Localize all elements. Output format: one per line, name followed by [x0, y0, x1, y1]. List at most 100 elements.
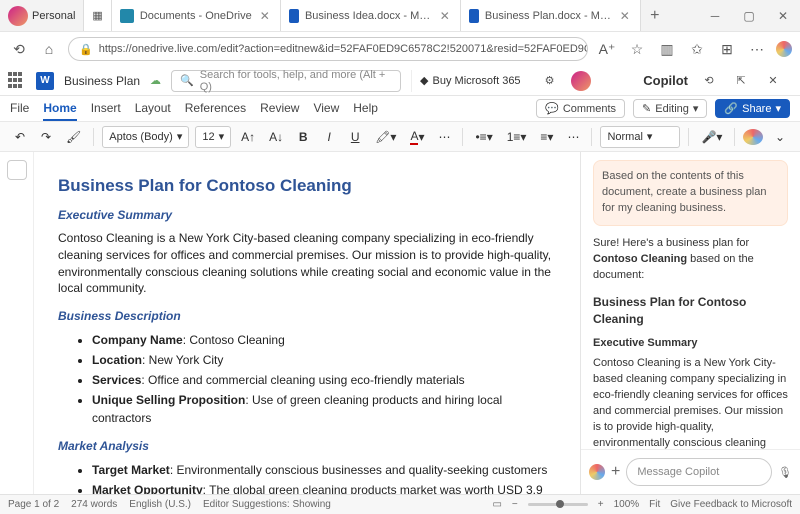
doc-h2: Business Description	[58, 309, 556, 323]
status-bar: Page 1 of 2 274 words English (U.S.) Edi…	[0, 494, 800, 514]
search-input[interactable]: 🔍 Search for tools, help, and more (Alt …	[171, 70, 401, 92]
copilot-user-prompt: Based on the contents of this document, …	[593, 160, 788, 226]
url-field[interactable]: 🔒 https://onedrive.live.com/edit?action=…	[68, 37, 588, 61]
underline-button[interactable]: U	[345, 126, 365, 148]
format-painter-button[interactable]: 🖌	[62, 126, 85, 148]
undo-button[interactable]: ↶	[10, 126, 30, 148]
more-para-button[interactable]: ⋯	[563, 126, 583, 148]
italic-button[interactable]: I	[319, 126, 339, 148]
editing-mode-button[interactable]: ✎ Editing ▾	[633, 99, 707, 118]
search-icon: 🔍	[180, 74, 194, 87]
ribbon-tab-view[interactable]: View	[313, 97, 339, 121]
search-placeholder: Search for tools, help, and more (Alt + …	[200, 69, 392, 93]
bold-button[interactable]: B	[293, 126, 313, 148]
zoom-slider[interactable]	[528, 503, 588, 506]
home-icon[interactable]: ⌂	[38, 38, 60, 60]
navigation-pane-icon[interactable]	[7, 160, 27, 180]
shrink-font-button[interactable]: A↓	[265, 126, 287, 148]
saved-icon: ☁	[150, 74, 161, 87]
ribbon-tab-help[interactable]: Help	[353, 97, 378, 121]
profile-label: Personal	[32, 10, 75, 22]
copilot-input[interactable]: Message Copilot	[626, 458, 772, 486]
ribbon-tab-references[interactable]: References	[185, 97, 246, 121]
style-select[interactable]: Normal ▾	[600, 126, 680, 148]
read-aloud-icon[interactable]: A⁺	[596, 38, 618, 60]
copilot-ribbon-button[interactable]	[743, 129, 763, 145]
zoom-in-button[interactable]: +	[598, 499, 604, 510]
new-tab-button[interactable]: +	[641, 0, 669, 31]
page-indicator[interactable]: Page 1 of 2	[8, 499, 59, 510]
ribbon-tab-insert[interactable]: Insert	[91, 97, 121, 121]
fit-button[interactable]: Fit	[649, 499, 660, 510]
ribbon-tab-home[interactable]: Home	[43, 97, 76, 121]
doc-list-item: Unique Selling Proposition: Use of green…	[92, 391, 556, 427]
copilot-browser-icon[interactable]	[776, 41, 792, 57]
work-area: Business Plan for Contoso CleaningExecut…	[0, 152, 800, 494]
doc-list: Target Market: Environmentally conscious…	[92, 461, 556, 494]
buy-m365-button[interactable]: ◆ Buy Microsoft 365	[411, 70, 529, 92]
more-icon[interactable]: ⋯	[746, 38, 768, 60]
copilot-input-row: + Message Copilot 🎙	[581, 449, 800, 494]
profile-chip[interactable]: Personal	[0, 0, 84, 31]
browser-tab[interactable]: Business Plan.docx - Microsoft W…✕	[461, 0, 641, 31]
document-canvas[interactable]: Business Plan for Contoso CleaningExecut…	[34, 152, 580, 494]
window-controls: ─ ▢ ✕	[698, 0, 800, 31]
font-family-select[interactable]: Aptos (Body) ▾	[102, 126, 189, 148]
doc-list-item: Target Market: Environmentally conscious…	[92, 461, 556, 479]
dictate-button[interactable]: 🎤▾	[697, 126, 726, 148]
copilot-add-button[interactable]: +	[611, 463, 620, 481]
share-button[interactable]: 🔗 Share ▾	[715, 99, 790, 118]
formatting-toolbar: ↶ ↷ 🖌 Aptos (Body) ▾ 12 ▾ A↑ A↓ B I U 🖍▾…	[0, 122, 800, 152]
doc-list-item: Services: Office and commercial cleaning…	[92, 371, 556, 389]
favorite-icon[interactable]: ☆	[626, 38, 648, 60]
font-size-select[interactable]: 12 ▾	[195, 126, 231, 148]
redo-button[interactable]: ↷	[36, 126, 56, 148]
ribbon-collapse-button[interactable]: ⌄	[770, 126, 790, 148]
language-indicator[interactable]: English (U.S.)	[129, 499, 191, 510]
collections-icon[interactable]: ▥	[656, 38, 678, 60]
grow-font-button[interactable]: A↑	[237, 126, 259, 148]
highlight-button[interactable]: 🖍▾	[371, 126, 400, 148]
tab-close-icon[interactable]: ✕	[258, 9, 272, 23]
settings-icon[interactable]: ⚙	[539, 70, 561, 92]
refresh-icon[interactable]: ⟲	[8, 38, 30, 60]
minimize-button[interactable]: ─	[698, 0, 732, 31]
close-button[interactable]: ✕	[766, 0, 800, 31]
zoom-level[interactable]: 100%	[614, 499, 640, 510]
numbering-button[interactable]: 1≡▾	[503, 126, 531, 148]
copilot-close-icon[interactable]: ✕	[762, 70, 784, 92]
ribbon-tab-review[interactable]: Review	[260, 97, 299, 121]
app-header: W Business Plan ☁ 🔍 Search for tools, he…	[0, 66, 800, 96]
maximize-button[interactable]: ▢	[732, 0, 766, 31]
editor-status[interactable]: Editor Suggestions: Showing	[203, 499, 331, 510]
copilot-refresh-icon[interactable]: ⟲	[698, 70, 720, 92]
document-title[interactable]: Business Plan	[64, 74, 140, 88]
ribbon-tab-layout[interactable]: Layout	[135, 97, 171, 121]
ribbon-tab-file[interactable]: File	[10, 97, 29, 121]
view-mode-icon[interactable]: ▭	[492, 499, 501, 510]
copilot-paragraph: Contoso Cleaning is a New York City-base…	[593, 356, 788, 449]
bullets-button[interactable]: •≡▾	[471, 126, 496, 148]
ribbon-tabs: File Home Insert Layout References Review View…	[0, 96, 800, 122]
app-launcher-icon[interactable]	[8, 72, 26, 90]
browser-tab[interactable]: Documents - OneDrive✕	[112, 0, 281, 31]
copilot-spark-icon[interactable]	[589, 464, 605, 480]
copilot-undock-icon[interactable]: ⇱	[730, 70, 752, 92]
tab-close-icon[interactable]: ✕	[438, 9, 452, 23]
zoom-out-button[interactable]: −	[512, 499, 518, 510]
more-font-button[interactable]: ⋯	[434, 126, 454, 148]
extensions-icon[interactable]: ⊞	[716, 38, 738, 60]
feedback-link[interactable]: Give Feedback to Microsoft	[670, 499, 792, 510]
workspace-tab[interactable]: ▦	[84, 0, 111, 31]
address-bar: ⟲ ⌂ 🔒 https://onedrive.live.com/edit?act…	[0, 32, 800, 66]
align-button[interactable]: ≡▾	[536, 126, 557, 148]
font-color-button[interactable]: A▾	[406, 126, 428, 148]
word-count[interactable]: 274 words	[71, 499, 117, 510]
tab-close-icon[interactable]: ✕	[618, 9, 632, 23]
comments-button[interactable]: 💬 Comments	[536, 99, 625, 118]
mic-icon[interactable]: 🎙	[778, 466, 792, 479]
account-avatar[interactable]	[571, 71, 591, 91]
browser-tab[interactable]: Business Idea.docx - Microsoft W…✕	[281, 0, 461, 31]
left-gutter	[0, 152, 34, 494]
favorites-bar-icon[interactable]: ✩	[686, 38, 708, 60]
